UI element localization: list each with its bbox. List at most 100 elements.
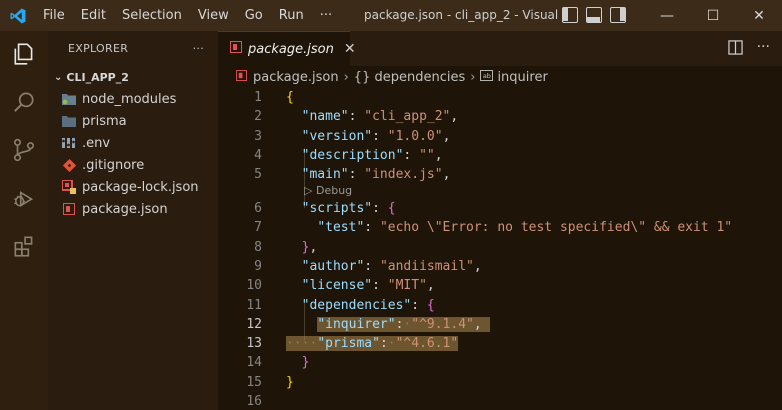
file-label: node_modules (82, 91, 177, 107)
window-title: package.json - cli_app_2 - Visual St... (364, 8, 560, 22)
line-number: 16 (246, 394, 262, 409)
line-number: 10 (246, 278, 262, 294)
title-bar: File Edit Selection View Go Run ··· pack… (0, 0, 782, 31)
line-number: 4 (254, 147, 262, 163)
folder-label: CLI_APP_2 (66, 70, 129, 84)
json-key: "scripts" (301, 201, 373, 216)
json-value: "MIT" (387, 278, 427, 294)
more-actions-button[interactable]: ··· (757, 40, 770, 59)
debug-codelens[interactable]: ▷ Debug (304, 184, 352, 198)
menu-selection[interactable]: Selection (114, 0, 190, 31)
json-value: "^4.6.1" (395, 336, 459, 352)
explorer-sidebar: EXPLORER ··· ⌄ CLI_APP_2 node_modules pr… (48, 31, 218, 410)
chevron-right-icon: › (470, 69, 476, 85)
json-key: "description" (301, 147, 404, 163)
json-key: "test" (317, 220, 365, 236)
chevron-right-icon: › (343, 69, 349, 85)
npm-icon (62, 202, 76, 216)
json-value: "^9.1.4" (411, 316, 474, 332)
toggle-panel-icon[interactable] (586, 7, 602, 23)
breadcrumb-dependencies[interactable]: {} dependencies (354, 70, 465, 85)
code-line: 10 "license": "MIT", (218, 276, 782, 295)
folder-icon (62, 114, 76, 128)
file-env[interactable]: .env (48, 132, 218, 154)
line-number: 1 (254, 90, 262, 105)
code-line: 2 "name": "cli_app_2", (218, 107, 782, 126)
file-package-lock[interactable]: package-lock.json (48, 176, 218, 198)
json-key: "inquirer" (317, 316, 396, 332)
file-gitignore[interactable]: .gitignore (48, 154, 218, 176)
file-package-json[interactable]: package.json (48, 198, 218, 220)
search-icon[interactable] (11, 89, 37, 115)
file-node-modules[interactable]: node_modules (48, 88, 218, 110)
code-line: 16 (218, 392, 782, 410)
breadcrumb: package.json › {} dependencies › ab inqu… (218, 66, 782, 88)
tab-label: package.json (248, 41, 334, 57)
code-editor[interactable]: 1 { 2 "name": "cli_app_2", 3 "version": … (218, 88, 782, 410)
explorer-more-button[interactable]: ··· (193, 42, 204, 55)
json-key: "prisma" (317, 336, 380, 352)
json-key: "version" (301, 128, 373, 144)
play-icon: ▷ (304, 184, 316, 197)
folder-root[interactable]: ⌄ CLI_APP_2 (48, 66, 218, 88)
file-label: package.json (82, 201, 168, 217)
toggle-secondary-sidebar-icon[interactable] (610, 7, 626, 23)
line-number: 5 (254, 167, 262, 183)
code-line: 8 }, (218, 238, 782, 257)
string-symbol-icon: ab (480, 69, 494, 85)
source-control-icon[interactable] (11, 137, 37, 163)
git-icon (62, 158, 76, 172)
breadcrumb-file[interactable]: package.json (253, 70, 339, 85)
line-number: 7 (254, 220, 262, 236)
npm-icon (235, 68, 248, 85)
tab-package-json[interactable]: package.json ✕ (218, 31, 356, 66)
code-line: 9 "author": "andiismail", (218, 257, 782, 276)
extensions-icon[interactable] (11, 233, 37, 259)
line-number: 3 (254, 128, 262, 144)
svg-text:ab: ab (483, 71, 491, 79)
line-number: 14 (246, 355, 262, 371)
line-number: 2 (254, 109, 262, 125)
chevron-down-icon: ⌄ (54, 71, 63, 83)
settings-file-icon (62, 136, 76, 150)
editor-area: package.json ✕ ··· package.json › {} dep… (218, 31, 782, 410)
breadcrumb-inquirer[interactable]: inquirer (497, 70, 547, 85)
close-window-button[interactable]: ✕ (736, 0, 782, 31)
menu-bar: File Edit Selection View Go Run ··· (35, 0, 340, 31)
toggle-primary-sidebar-icon[interactable] (562, 7, 578, 23)
code-line: 7 "test": "echo \"Error: no test specifi… (218, 218, 782, 237)
maximize-button[interactable]: ☐ (690, 0, 736, 31)
minimize-button[interactable]: — (644, 0, 690, 31)
menu-more[interactable]: ··· (312, 0, 340, 31)
code-line-selected: 12 "inquirer":·"^9.1.4", (218, 315, 782, 334)
file-label: .gitignore (82, 157, 145, 173)
json-value: "echo \"Error: no test specified\" && ex… (379, 220, 733, 236)
json-value: "index.js" (364, 167, 443, 183)
tab-bar: package.json ✕ ··· (218, 31, 782, 66)
menu-file[interactable]: File (35, 0, 73, 31)
code-line: 11 "dependencies": { (218, 296, 782, 315)
line-number: 6 (254, 201, 262, 216)
explorer-title: EXPLORER (68, 42, 129, 55)
json-value: "cli_app_2" (364, 109, 451, 125)
menu-run[interactable]: Run (271, 0, 312, 31)
json-key: "main" (301, 167, 349, 183)
codelens-label: Debug (315, 184, 353, 197)
json-value: "" (419, 147, 435, 163)
json-key: "author" (301, 258, 365, 274)
line-number: 15 (246, 374, 262, 390)
run-debug-icon[interactable] (11, 185, 37, 211)
explorer-icon[interactable] (11, 41, 37, 67)
menu-go[interactable]: Go (237, 0, 271, 31)
split-editor-icon[interactable] (727, 40, 743, 59)
file-label: .env (82, 135, 111, 151)
close-icon[interactable]: ✕ (344, 41, 356, 57)
json-key: "dependencies" (301, 297, 412, 313)
menu-view[interactable]: View (190, 0, 237, 31)
line-number: 13 (246, 336, 262, 352)
vscode-logo-icon (0, 0, 35, 31)
json-key: "license" (301, 278, 373, 294)
file-prisma[interactable]: prisma (48, 110, 218, 132)
menu-edit[interactable]: Edit (73, 0, 114, 31)
code-line: 4 "description": "", (218, 146, 782, 165)
